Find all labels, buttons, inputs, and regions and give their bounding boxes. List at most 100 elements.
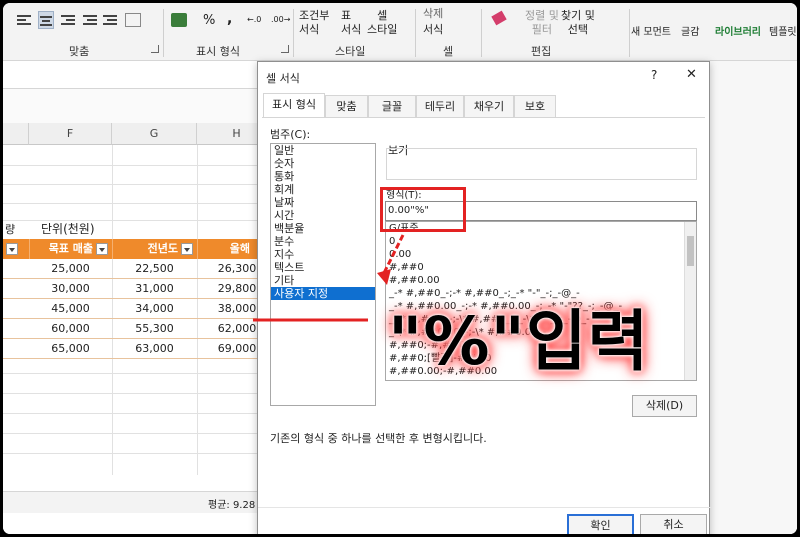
scrollbar-thumb[interactable] <box>687 236 694 266</box>
column-header-f[interactable]: F <box>29 123 112 145</box>
table-cell[interactable]: 63,000 <box>112 339 197 359</box>
filter-dropdown-icon[interactable] <box>181 243 193 255</box>
grid-line <box>3 393 258 394</box>
grid-line <box>3 184 258 185</box>
table-row[interactable]: 30,000 31,000 29,800 <box>3 279 258 299</box>
column-header-g[interactable]: G <box>112 123 197 145</box>
header-label: 전년도 <box>147 242 178 255</box>
templates-button[interactable]: 글감 <box>681 23 699 38</box>
grid-line <box>3 433 258 434</box>
filter-dropdown-icon[interactable] <box>6 243 18 255</box>
merge-cells-icon[interactable] <box>125 13 141 27</box>
list-item[interactable]: 숫자 <box>271 157 375 170</box>
header-label: 올해 <box>229 242 250 255</box>
tab-divider <box>262 117 705 118</box>
list-item[interactable]: 날짜 <box>271 196 375 209</box>
cancel-button[interactable]: 취소 <box>640 514 707 534</box>
table-header-cell[interactable] <box>3 239 29 259</box>
table-cell[interactable]: 34,000 <box>112 299 197 319</box>
table-cell[interactable]: 65,000 <box>29 339 112 359</box>
table-row[interactable]: 60,000 55,300 62,000 <box>3 319 258 339</box>
table-cell[interactable]: 22,500 <box>112 259 197 279</box>
table-cell[interactable]: 45,000 <box>29 299 112 319</box>
grid-line <box>3 165 258 166</box>
grid-line <box>3 373 258 374</box>
list-item[interactable]: 회계 <box>271 183 375 196</box>
table-cell[interactable]: 31,000 <box>112 279 197 299</box>
list-item[interactable]: 통화 <box>271 170 375 183</box>
grid-line <box>3 413 258 414</box>
side-panel-background <box>710 61 797 534</box>
group-cells-label: 셀 <box>443 45 454 58</box>
table-row[interactable]: 45,000 34,000 38,000 <box>3 299 258 319</box>
table-header-cell[interactable]: 올해 <box>197 239 258 259</box>
table-header-cell[interactable]: 전년도 <box>112 239 197 259</box>
find-select-button[interactable]: 찾기 및 선택 <box>561 9 595 37</box>
comma-style-button[interactable]: , <box>227 11 232 27</box>
increase-indent-icon[interactable] <box>103 13 119 27</box>
format-cells-button[interactable]: 서식 <box>423 21 443 37</box>
table-row[interactable]: 25,000 22,500 26,300 <box>3 259 258 279</box>
align-right-icon[interactable] <box>61 13 77 27</box>
tab-alignment[interactable]: 맞춤 <box>325 95 368 117</box>
group-styles-label: 스타일 <box>335 45 366 58</box>
list-item[interactable]: 일반 <box>271 144 375 157</box>
caption-overlay: "%"입력 <box>388 303 650 380</box>
scrollbar[interactable] <box>684 222 696 380</box>
cell-styles-button[interactable]: 셀 스타일 <box>367 9 397 37</box>
group-editing-label: 편집 <box>531 45 552 58</box>
table-row[interactable]: 65,000 63,000 69,000 <box>3 339 258 359</box>
tab-fill[interactable]: 채우기 <box>464 95 514 117</box>
ok-button[interactable]: 확인 <box>567 514 634 534</box>
align-center-icon[interactable] <box>38 11 54 29</box>
decrease-indent-icon[interactable] <box>83 13 99 27</box>
increase-decimal-icon[interactable]: ←.0 <box>247 15 261 24</box>
status-bar: 평균: 9.28 <box>3 491 263 513</box>
table-cell[interactable]: 30,000 <box>29 279 112 299</box>
column-header <box>3 123 29 145</box>
status-average: 평균: 9.28 <box>208 500 256 511</box>
excel-ribbon: 맞춤 % , ←.0 .00→ 표시 형식 조건부 서식 표 서식 셀 스타일 … <box>3 3 797 61</box>
ribbon-separator <box>293 9 294 57</box>
close-button[interactable]: ✕ <box>686 67 697 82</box>
library-button[interactable]: 라이브러리 <box>715 23 761 38</box>
percent-style-button[interactable]: % <box>203 13 215 28</box>
number-format-launcher-icon[interactable] <box>281 45 289 53</box>
dialog-description: 기존의 형식 중 하나를 선택한 후 변형시킵니다. <box>270 432 487 445</box>
decrease-decimal-icon[interactable]: .00→ <box>271 15 290 24</box>
unit-label-cell[interactable]: 단위(천원) <box>41 220 95 239</box>
tab-font[interactable]: 글꼴 <box>368 95 416 117</box>
tab-border[interactable]: 테두리 <box>416 95 464 117</box>
tab-protection[interactable]: 보호 <box>514 95 556 117</box>
accounting-format-icon[interactable] <box>171 13 187 27</box>
table-cell[interactable]: 60,000 <box>29 319 112 339</box>
preview-box <box>386 148 697 180</box>
ribbon-separator <box>629 9 630 57</box>
eraser-icon[interactable] <box>491 10 507 26</box>
table-cell[interactable]: 55,300 <box>112 319 197 339</box>
delete-cells-button[interactable]: 삭제 <box>423 5 443 21</box>
template-button[interactable]: 템플릿 <box>769 23 797 38</box>
new-comment-button[interactable]: 새 모먼트 <box>631 23 671 38</box>
align-left-icon[interactable] <box>17 13 33 27</box>
sort-filter-button[interactable]: 정렬 및 필터 <box>525 9 559 37</box>
cell-label-left[interactable]: 량 <box>5 220 15 239</box>
alignment-launcher-icon[interactable] <box>151 45 159 53</box>
format-as-table-button[interactable]: 표 서식 <box>341 9 361 37</box>
help-button[interactable]: ? <box>651 68 657 82</box>
table-header-cell[interactable]: 목표 매출 <box>29 239 112 259</box>
tab-number[interactable]: 표시 형식 <box>263 93 325 118</box>
group-alignment-label: 맞춤 <box>69 45 90 58</box>
conditional-formatting-button[interactable]: 조건부 서식 <box>299 9 329 37</box>
ribbon-separator <box>415 9 416 57</box>
ribbon-separator <box>481 9 482 57</box>
table-cell[interactable]: 25,000 <box>29 259 112 279</box>
screenshot-frame: 맞춤 % , ←.0 .00→ 표시 형식 조건부 서식 표 서식 셀 스타일 … <box>0 0 800 537</box>
arrow-head-icon <box>377 269 391 285</box>
filter-dropdown-icon[interactable] <box>96 243 108 255</box>
ribbon-separator <box>163 9 164 57</box>
annotation-arrow <box>381 234 405 276</box>
delete-format-button[interactable]: 삭제(D) <box>632 395 697 417</box>
grid-line <box>3 203 258 204</box>
grid-line <box>3 453 258 454</box>
